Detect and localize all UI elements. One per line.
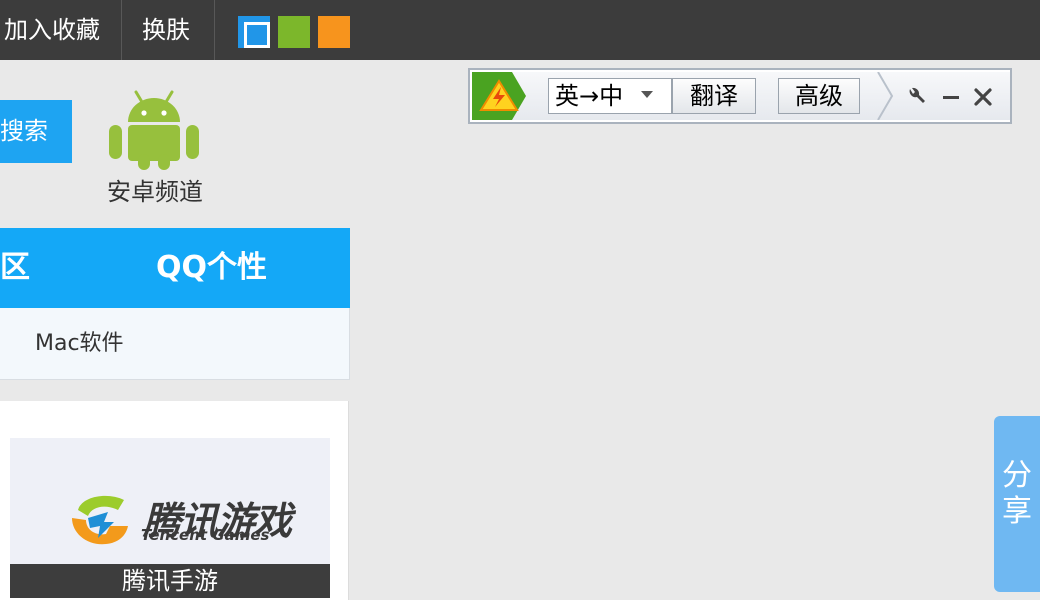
- minimize-icon[interactable]: [940, 86, 962, 108]
- tencent-games-logo-icon: [68, 488, 132, 548]
- language-value: 英→中: [555, 82, 624, 110]
- wrench-icon[interactable]: [906, 86, 928, 108]
- add-favorite-link[interactable]: 加入收藏: [4, 0, 100, 60]
- translate-button[interactable]: 翻译: [672, 78, 756, 114]
- game-card: 腾讯游戏 Tencent Games 腾讯手游: [0, 401, 349, 600]
- category-nav: 区 QQ个性: [0, 228, 350, 308]
- skin-orange-swatch[interactable]: [318, 16, 350, 48]
- sub-nav-row: Mac软件: [0, 308, 350, 380]
- tab-qq-personal[interactable]: QQ个性: [156, 228, 267, 308]
- chevron-down-icon: [641, 91, 653, 98]
- translator-toolbar-body: 英→中 翻译 高级: [472, 71, 1010, 121]
- advanced-button[interactable]: 高级: [778, 78, 860, 114]
- separator-arrow-icon: [876, 71, 894, 121]
- brand-name-en: Tencent Games: [141, 526, 270, 544]
- android-icon[interactable]: [106, 88, 202, 172]
- tab-area[interactable]: 区: [0, 228, 30, 308]
- language-select[interactable]: 英→中: [548, 78, 672, 114]
- search-button[interactable]: 搜索: [0, 100, 72, 163]
- top-bar: 加入收藏 换肤: [0, 0, 1040, 60]
- close-icon[interactable]: [972, 86, 994, 108]
- android-channel-label[interactable]: 安卓频道: [100, 172, 210, 207]
- skin-green-swatch[interactable]: [278, 16, 310, 48]
- divider: [214, 0, 215, 60]
- skin-link[interactable]: 换肤: [142, 0, 190, 60]
- divider: [121, 0, 122, 60]
- card-caption[interactable]: 腾讯手游: [10, 564, 330, 598]
- skin-blue-swatch[interactable]: [238, 16, 270, 48]
- tencent-games-banner[interactable]: 腾讯游戏 Tencent Games: [10, 438, 330, 564]
- share-label: 分享: [1002, 458, 1032, 529]
- lightning-logo-icon[interactable]: [472, 72, 526, 120]
- translator-toolbar: 英→中 翻译 高级: [468, 68, 1012, 124]
- mac-software-link[interactable]: Mac软件: [35, 308, 124, 380]
- share-tab[interactable]: 分享: [994, 416, 1040, 592]
